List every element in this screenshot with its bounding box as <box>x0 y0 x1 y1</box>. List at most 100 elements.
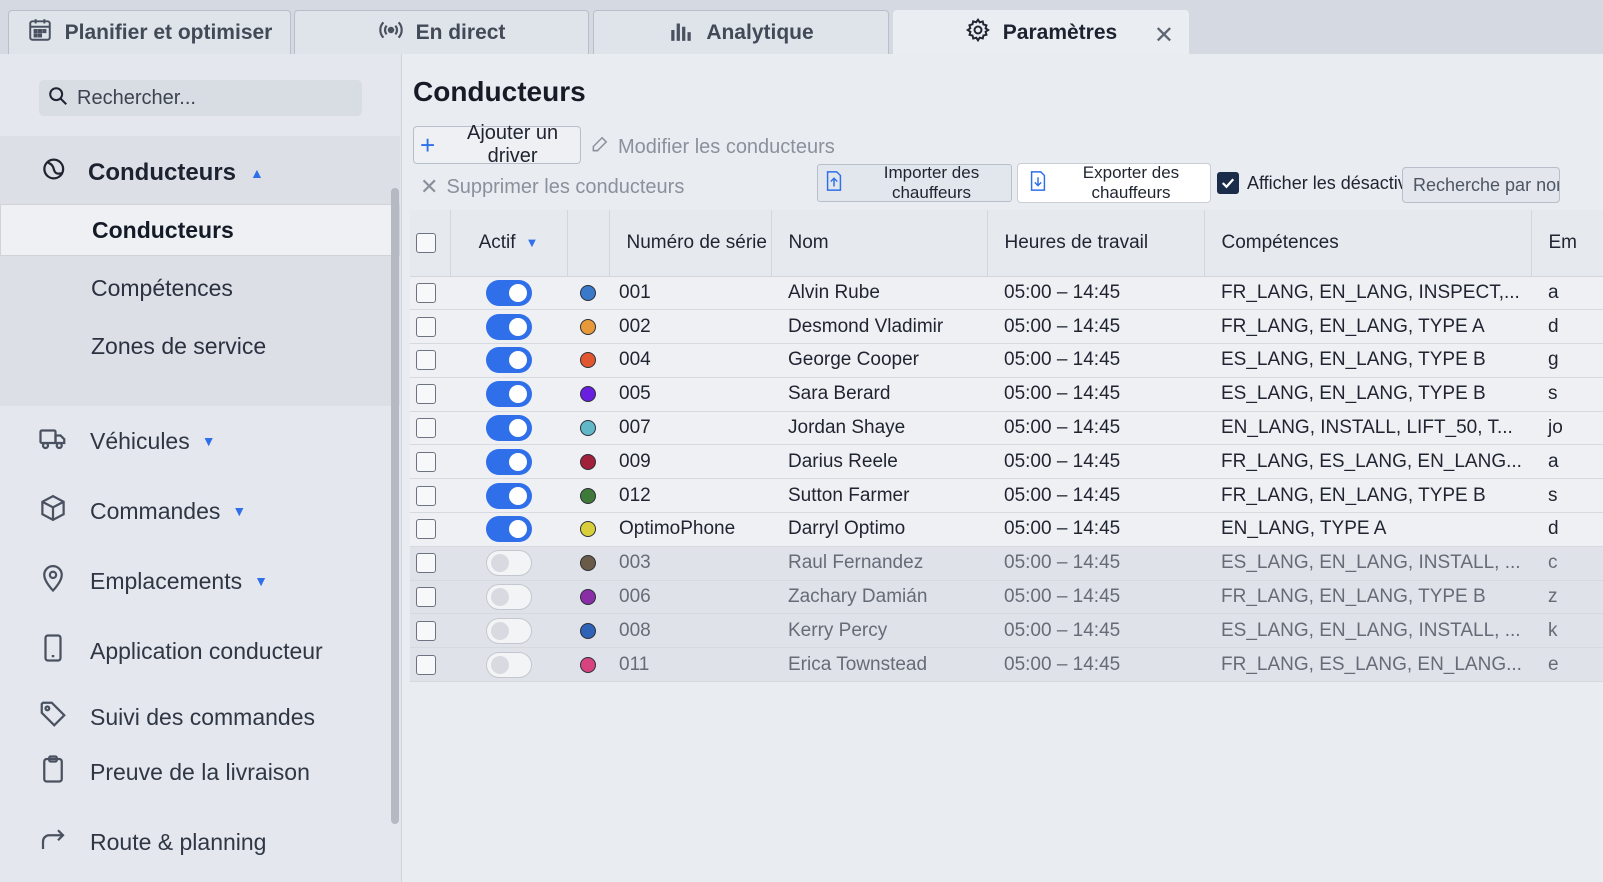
row-checkbox[interactable] <box>416 620 436 641</box>
name-search-input[interactable] <box>1402 167 1560 203</box>
sidebar-item-label: Emplacements <box>90 567 243 594</box>
page-title: Conducteurs <box>413 76 586 107</box>
sidebar-item-vehicles[interactable]: Véhicules ▼ <box>38 423 216 459</box>
color-cell <box>567 614 609 648</box>
table-row[interactable]: 001 Alvin Rube 05:00 – 14:45 FR_LANG, EN_LA… <box>410 276 1603 310</box>
email-cell: d <box>1548 518 1559 540</box>
row-checkbox[interactable] <box>416 350 436 371</box>
tab-live[interactable]: En direct <box>294 10 589 54</box>
row-checkbox[interactable] <box>416 418 436 439</box>
driver-color-dot <box>580 386 596 403</box>
delete-drivers-button[interactable]: ✕ Supprimer les conducteurs <box>420 174 684 200</box>
column-header-email[interactable]: Em <box>1531 210 1603 277</box>
active-toggle[interactable] <box>485 381 532 408</box>
active-toggle[interactable] <box>485 448 532 475</box>
sidebar-item-drivers[interactable]: Conducteurs <box>0 204 400 256</box>
close-icon[interactable]: ✕ <box>1154 21 1174 50</box>
add-driver-button[interactable]: + Ajouter un driver <box>413 122 581 167</box>
driver-color-dot <box>580 420 596 437</box>
color-cell <box>567 310 609 344</box>
table-row[interactable]: 008 Kerry Percy 05:00 – 14:45 ES_LANG, EN_L… <box>410 613 1603 648</box>
table-row[interactable]: 004 George Cooper 05:00 – 14:45 ES_LANG, EN… <box>410 343 1603 378</box>
import-drivers-label: Importer des chauffeurs <box>883 163 980 202</box>
row-checkbox[interactable] <box>416 519 436 540</box>
hours-cell: 05:00 – 14:45 <box>1004 417 1121 439</box>
nav-group-header-drivers[interactable]: Conducteurs ▲ <box>40 154 264 191</box>
sidebar-item-skills[interactable]: Compétences <box>0 262 400 314</box>
phone-icon <box>38 633 68 669</box>
column-header-active[interactable]: Actif ▼ <box>450 210 568 277</box>
tab-settings[interactable]: Paramètres ✕ <box>893 10 1189 54</box>
sidebar-item-orders[interactable]: Commandes ▼ <box>38 493 246 529</box>
column-header-serial[interactable]: Numéro de série <box>609 210 772 277</box>
serial-cell: 011 <box>619 653 650 675</box>
active-toggle[interactable] <box>485 617 532 644</box>
skills-cell: FR_LANG, EN_LANG, TYPE B <box>1221 586 1486 608</box>
column-header-hours[interactable]: Heures de travail <box>987 210 1205 277</box>
skills-cell: FR_LANG, ES_LANG, EN_LANG... <box>1221 450 1522 472</box>
import-drivers-button[interactable]: Importer des chauffeurs <box>817 163 1012 202</box>
active-toggle[interactable] <box>485 482 532 509</box>
active-toggle[interactable] <box>485 516 532 543</box>
row-select-cell <box>410 276 450 310</box>
search-input[interactable] <box>77 86 347 110</box>
active-toggle[interactable] <box>485 347 532 374</box>
table-row[interactable]: OptimoPhone Darryl Optimo 05:00 – 14:45 EN_… <box>410 512 1603 547</box>
active-toggle[interactable] <box>485 550 532 577</box>
export-drivers-button[interactable]: Exporter des chauffeurs <box>1018 163 1210 202</box>
table-row[interactable]: 011 Erica Townstead 05:00 – 14:45 FR_LANG, … <box>410 647 1603 682</box>
skills-cell: FR_LANG, EN_LANG, INSPECT,... <box>1221 281 1520 303</box>
row-checkbox[interactable] <box>416 485 436 506</box>
select-all-checkbox[interactable] <box>416 232 436 253</box>
color-cell <box>567 648 609 682</box>
color-cell <box>567 344 609 378</box>
tab-analytics[interactable]: Analytique <box>593 10 889 54</box>
row-checkbox[interactable] <box>416 282 436 303</box>
table-row[interactable]: 005 Sara Berard 05:00 – 14:45 ES_LANG, EN_L… <box>410 377 1603 412</box>
select-all-cell <box>410 210 451 277</box>
table-row[interactable]: 009 Darius Reele 05:00 – 14:45 FR_LANG, ES_… <box>410 444 1603 479</box>
table-row[interactable]: 003 Raul Fernandez 05:00 – 14:45 ES_LANG, E… <box>410 546 1603 581</box>
column-header-skills[interactable]: Compétences <box>1204 210 1532 277</box>
truck-icon <box>38 423 68 459</box>
active-toggle[interactable] <box>485 279 532 306</box>
table-row[interactable]: 007 Jordan Shaye 05:00 – 14:45 EN_LANG, INS… <box>410 411 1603 445</box>
row-checkbox[interactable] <box>416 553 436 574</box>
edit-drivers-button[interactable]: Modifier les conducteurs <box>590 134 835 160</box>
active-toggle[interactable] <box>485 584 532 611</box>
sidebar-scrollbar[interactable] <box>391 188 399 824</box>
sidebar-item-locations[interactable]: Emplacements ▼ <box>38 563 268 599</box>
sidebar-item-service-zones[interactable]: Zones de service <box>0 320 400 372</box>
active-toggle[interactable] <box>485 651 532 678</box>
row-select-cell <box>410 614 450 648</box>
row-checkbox[interactable] <box>416 316 436 337</box>
sidebar-item-label: Suivi des commandes <box>90 703 315 730</box>
checkbox-checked[interactable] <box>1217 172 1239 194</box>
email-cell: s <box>1548 484 1558 506</box>
serial-cell: 007 <box>619 417 651 439</box>
email-cell: a <box>1548 450 1559 472</box>
row-checkbox[interactable] <box>416 384 436 405</box>
sidebar-search[interactable] <box>39 80 362 116</box>
sidebar-item-route-planning[interactable]: Route & planning <box>38 824 266 860</box>
table-row[interactable]: 006 Zachary Damián 05:00 – 14:45 FR_LANG, E… <box>410 580 1603 614</box>
color-cell <box>567 546 609 580</box>
main-panel: Conducteurs + Ajouter un driver Modifier… <box>402 54 1603 882</box>
row-select-cell <box>410 479 450 513</box>
sidebar-item-driver-app[interactable]: Application conducteur <box>38 633 323 669</box>
column-header-name[interactable]: Nom <box>771 210 988 277</box>
sidebar-item-proof-of-delivery[interactable]: Preuve de la livraison <box>38 754 310 790</box>
name-cell: Darius Reele <box>788 450 898 472</box>
active-cell <box>450 377 567 411</box>
active-toggle[interactable] <box>485 313 532 340</box>
row-checkbox[interactable] <box>416 451 436 472</box>
row-checkbox[interactable] <box>416 654 436 675</box>
show-disabled-toggle[interactable]: Afficher les désactivés <box>1217 172 1426 194</box>
row-checkbox[interactable] <box>416 587 436 608</box>
row-select-cell <box>410 580 450 614</box>
table-row[interactable]: 012 Sutton Farmer 05:00 – 14:45 FR_LANG, EN… <box>410 478 1603 513</box>
tab-plan-optimize[interactable]: Planifier et optimiser <box>8 10 291 54</box>
table-row[interactable]: 002 Desmond Vladimir 05:00 – 14:45 FR_LANG,… <box>410 309 1603 344</box>
sidebar-item-order-tracking[interactable]: Suivi des commandes <box>38 699 315 735</box>
active-toggle[interactable] <box>485 415 532 442</box>
